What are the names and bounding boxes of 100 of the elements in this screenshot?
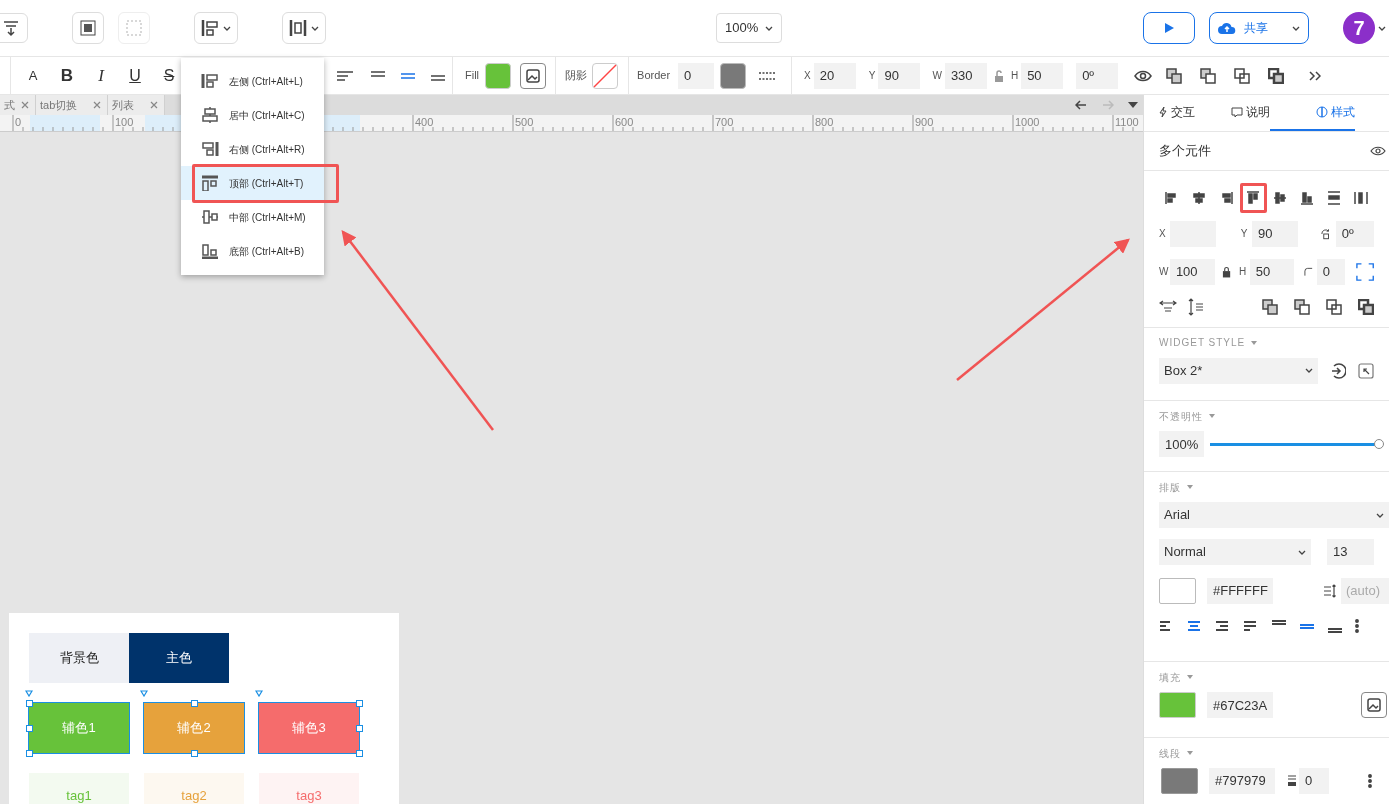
border-width-field[interactable]: 0 (678, 62, 715, 89)
resize-handle[interactable] (356, 725, 363, 732)
fill-color-swatch[interactable] (1159, 692, 1196, 719)
apply-icon (1330, 362, 1346, 379)
resize-handle[interactable] (356, 750, 363, 757)
user-avatar[interactable]: 7 (1343, 12, 1375, 44)
close-icon (150, 101, 158, 109)
align-icon (201, 243, 219, 259)
stroke-width-field[interactable]: 0 (1299, 768, 1329, 794)
rotate-icon (1320, 227, 1332, 240)
bring-front-button[interactable] (1166, 65, 1183, 86)
text-color-swatch[interactable] (1159, 578, 1196, 605)
strikethrough-button[interactable]: S (161, 65, 177, 86)
fit-height-button[interactable] (1187, 297, 1205, 316)
hex-field[interactable]: #FFFFFF (1207, 578, 1273, 605)
resize-handle[interactable] (191, 700, 198, 707)
resize-handle[interactable] (26, 750, 33, 757)
shadow-swatch[interactable] (592, 62, 619, 89)
hex-field[interactable]: #67C23A (1207, 692, 1273, 719)
page-tab[interactable]: 列表 (108, 95, 165, 115)
detach-style-button[interactable] (1358, 362, 1374, 379)
resize-handle[interactable] (26, 700, 33, 707)
resize-handle[interactable] (356, 700, 363, 707)
text-size-button[interactable]: A (25, 65, 41, 86)
underline-button[interactable]: U (127, 65, 143, 86)
menu-item[interactable]: 顶部 (Ctrl+Alt+T) (181, 166, 324, 200)
stroke-color-swatch[interactable] (1161, 768, 1198, 794)
cloud-upload-icon (1218, 21, 1236, 35)
anchor-marker-icon (255, 690, 263, 697)
weight-dropdown[interactable]: Normal (1159, 539, 1311, 566)
font-dropdown[interactable]: Arial (1159, 502, 1389, 529)
style-dropdown[interactable]: Box 2* (1159, 357, 1318, 384)
align-icon (1219, 190, 1234, 205)
apply-style-button[interactable] (1330, 362, 1346, 379)
group-button[interactable] (72, 12, 104, 44)
menu-item[interactable]: 左侧 (Ctrl+Alt+L) (181, 64, 324, 98)
align-dropdown[interactable] (194, 12, 238, 44)
double-chevron-icon (1309, 70, 1322, 81)
rotation-field[interactable]: 0º (1335, 220, 1375, 247)
send-back-button[interactable] (1268, 65, 1285, 86)
share-button[interactable]: 共享 (1209, 12, 1309, 44)
bold-button[interactable]: B (59, 65, 75, 86)
send-back-button[interactable] (1358, 298, 1374, 315)
menu-item[interactable]: 右侧 (Ctrl+Alt+R) (181, 132, 324, 166)
selection-title: 多个元件 (1159, 142, 1211, 160)
page-tab[interactable]: 式 (0, 95, 36, 115)
caret-down-icon (1187, 751, 1193, 755)
rotation-field[interactable]: 0º (1076, 62, 1119, 89)
more-button[interactable] (1366, 773, 1374, 789)
fill-swatch[interactable] (485, 62, 512, 89)
resize-handle[interactable] (26, 725, 33, 732)
opacity-slider[interactable] (1210, 439, 1384, 450)
field-input[interactable]: 20 (813, 62, 856, 89)
section-title: 排版 (1159, 480, 1181, 495)
image-fill-button[interactable] (1361, 692, 1387, 719)
h-field[interactable]: 50 (1249, 258, 1295, 285)
radius-field[interactable]: 0 (1316, 258, 1345, 285)
preview-button[interactable] (1143, 12, 1195, 44)
bring-forward-button[interactable] (1294, 298, 1310, 315)
menu-item[interactable]: 中部 (Ctrl+Alt+M) (181, 200, 324, 234)
inspector-tab[interactable]: 说明 (1195, 95, 1270, 131)
align-icon (201, 73, 219, 89)
inspector-tab[interactable]: 交互 (1144, 95, 1195, 131)
field-input[interactable]: 90 (878, 62, 921, 89)
hex-field[interactable]: #797979 (1209, 768, 1275, 794)
image-fill-button[interactable] (520, 62, 547, 89)
align-icon (201, 209, 219, 225)
align-button[interactable] (1239, 182, 1267, 213)
distribute-dropdown[interactable] (282, 12, 326, 44)
font-size-field[interactable]: 13 (1326, 539, 1374, 566)
menu-item[interactable]: 居中 (Ctrl+Alt+C) (181, 98, 324, 132)
resize-handle[interactable] (191, 750, 198, 757)
page-tab[interactable]: tab切换 (36, 95, 108, 115)
field-input[interactable]: 50 (1021, 62, 1064, 89)
bring-front-button[interactable] (1262, 298, 1278, 315)
send-backward-button[interactable] (1234, 65, 1251, 86)
bring-forward-button[interactable] (1200, 65, 1217, 86)
opacity-field[interactable]: 100% (1159, 431, 1204, 458)
italic-button[interactable]: I (93, 65, 109, 86)
field-label: X (1159, 227, 1167, 242)
selection-range-highlight (30, 115, 100, 131)
menu-item[interactable]: 底部 (Ctrl+Alt+B) (181, 234, 324, 268)
field-input[interactable]: 330 (944, 62, 987, 89)
fit-width-icon (1159, 299, 1177, 314)
text-layout-button[interactable] (0, 13, 28, 43)
inspector-tab[interactable]: 样式 (1270, 95, 1355, 131)
border-swatch[interactable] (720, 62, 747, 89)
align-left-icon (201, 19, 219, 37)
send-backward-button[interactable] (1326, 298, 1342, 315)
align-icon (201, 175, 219, 191)
zoom-dropdown[interactable]: 100% (716, 13, 782, 43)
close-icon (93, 101, 101, 109)
anchor-marker-icon (140, 690, 148, 697)
text-align-icon (1327, 627, 1343, 633)
y-field[interactable]: 90 (1251, 220, 1298, 247)
text-align-icon (1299, 623, 1315, 629)
more-button[interactable] (1353, 618, 1361, 635)
chevron-icon (1305, 368, 1313, 374)
fit-width-button[interactable] (1159, 299, 1177, 314)
w-field[interactable]: 100 (1169, 258, 1215, 285)
